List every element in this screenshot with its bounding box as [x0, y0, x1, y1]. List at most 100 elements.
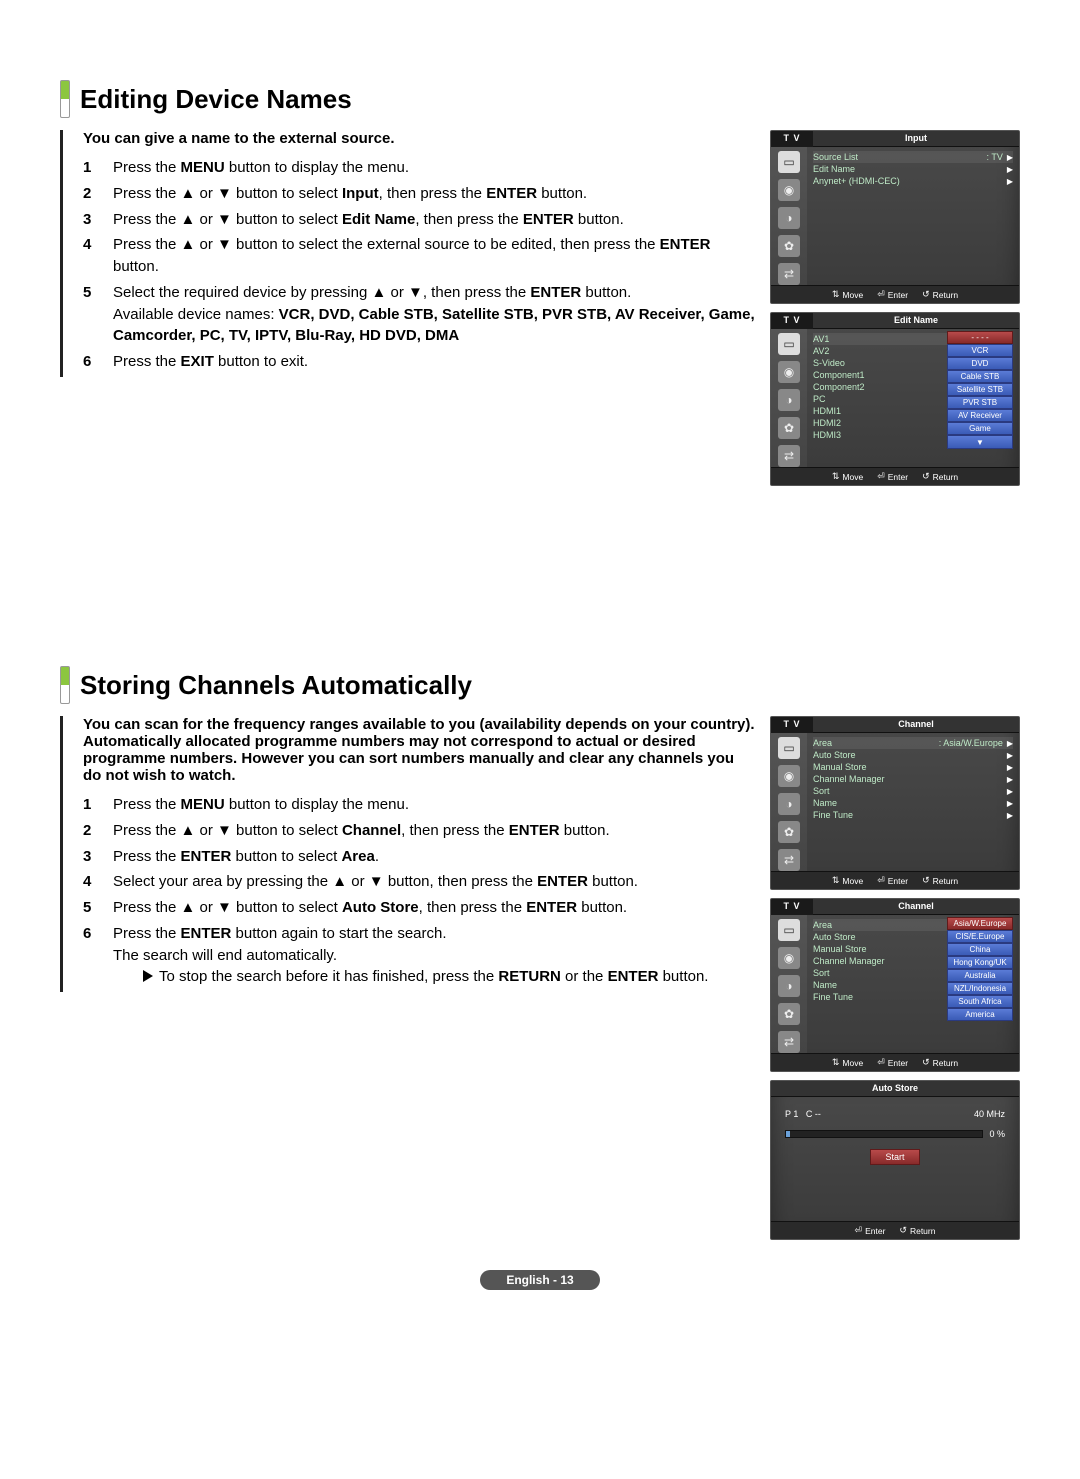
osd-sidebar: ▭ ◉ ◑ ✿ ⇄ — [771, 147, 807, 285]
menu-row[interactable]: Name▶ — [813, 797, 1013, 809]
menu-row[interactable]: Auto Store▶ — [813, 749, 1013, 761]
menu-row[interactable]: Edit Name ▶ — [813, 163, 1013, 175]
osd-title: Input — [813, 131, 1019, 147]
progress-fill — [786, 1131, 790, 1137]
osd-autostore-panel: Auto Store P 1 C -- 40 MHz 0 % Start ⏎En… — [770, 1080, 1020, 1240]
setup-icon: ✿ — [778, 821, 800, 843]
section2-steps: 1 Press the MENU button to display the m… — [83, 794, 756, 988]
osd-editname-panel: T V Edit Name ▭ ◉ ◑ ✿ ⇄ AV1:AV2:S-Video:… — [770, 312, 1020, 486]
option-popup: Asia/W.EuropeCIS/E.EuropeChinaHong Kong/… — [947, 917, 1013, 1021]
osd-footer: ⇅Move ⏎Enter ↺Return — [771, 467, 1019, 485]
osd-footer: ⏎Enter ↺Return — [771, 1221, 1019, 1239]
osd-content: Source List : TV▶ Edit Name ▶ Anynet+ (H… — [807, 147, 1019, 285]
option-item[interactable]: Hong Kong/UK — [947, 956, 1013, 969]
menu-row[interactable]: Channel Manager▶ — [813, 773, 1013, 785]
step: 1 Press the MENU button to display the m… — [83, 794, 756, 816]
scroll-down-icon[interactable]: ▼ — [947, 435, 1013, 449]
osd-title: Edit Name — [813, 313, 1019, 329]
progress-percent: 0 % — [989, 1129, 1005, 1139]
osd-content: Area: Asia/W.Europe▶Auto Store▶Manual St… — [807, 733, 1019, 871]
return-icon: ↺ — [899, 1225, 907, 1236]
menu-row[interactable]: Manual Store▶ — [813, 761, 1013, 773]
osd-channel-panel: T V Channel ▭ ◉ ◑ ✿ ⇄ Area: Asia/W.Europ… — [770, 716, 1020, 890]
step: 4 Select your area by pressing the ▲ or … — [83, 871, 756, 893]
option-item[interactable]: NZL/Indonesia — [947, 982, 1013, 995]
section2-text: You can scan for the frequency ranges av… — [60, 716, 756, 992]
section2-header: Storing Channels Automatically — [60, 666, 1020, 704]
menu-row[interactable]: Area: Asia/W.Europe▶ — [813, 737, 1013, 749]
option-item[interactable]: PVR STB — [947, 396, 1013, 409]
channel-icon: ◑ — [778, 975, 800, 997]
return-icon: ↺ — [922, 875, 930, 886]
option-item[interactable]: VCR — [947, 344, 1013, 357]
option-item[interactable]: - - - - — [947, 331, 1013, 344]
option-item[interactable]: Satellite STB — [947, 383, 1013, 396]
input-icon: ⇄ — [778, 263, 800, 285]
tv-badge: T V — [771, 717, 813, 733]
section2-title: Storing Channels Automatically — [80, 670, 472, 701]
menu-row[interactable]: Fine Tune▶ — [813, 809, 1013, 821]
osd-input-panel: T V Input ▭ ◉ ◑ ✿ ⇄ Source List : TV▶ — [770, 130, 1020, 304]
sound-icon: ◉ — [778, 179, 800, 201]
osd-sidebar: ▭ ◉ ◑ ✿ ⇄ — [771, 329, 807, 467]
option-item[interactable]: America — [947, 1008, 1013, 1021]
header-bar-icon — [60, 666, 70, 704]
option-item[interactable]: Australia — [947, 969, 1013, 982]
section1-text: You can give a name to the external sour… — [60, 130, 756, 377]
osd-title: Channel — [813, 717, 1019, 733]
osd-footer: ⇅Move ⏎Enter ↺Return — [771, 285, 1019, 303]
option-item[interactable]: Game — [947, 422, 1013, 435]
section1-body: You can give a name to the external sour… — [60, 130, 1020, 486]
tv-badge: T V — [771, 131, 813, 147]
osd-title: Channel — [813, 899, 1019, 915]
step: 2 Press the ▲ or ▼ button to select Chan… — [83, 820, 756, 842]
option-item[interactable]: Cable STB — [947, 370, 1013, 383]
updown-icon: ⇅ — [832, 1057, 840, 1068]
channel-icon: ◑ — [778, 207, 800, 229]
section1-steps: 1 Press the MENU button to display the m… — [83, 157, 756, 373]
picture-icon: ▭ — [778, 919, 800, 941]
setup-icon: ✿ — [778, 235, 800, 257]
menu-row[interactable]: Source List : TV▶ — [813, 151, 1013, 163]
input-icon: ⇄ — [778, 1031, 800, 1053]
progress-info: P 1 C -- 40 MHz — [785, 1109, 1005, 1119]
step: 5 Press the ▲ or ▼ button to select Auto… — [83, 897, 756, 919]
option-popup: - - - -VCRDVDCable STBSatellite STBPVR S… — [947, 331, 1013, 449]
step: 2 Press the ▲ or ▼ button to select Inpu… — [83, 183, 756, 205]
step: 4 Press the ▲ or ▼ button to select the … — [83, 234, 756, 278]
osd-footer: ⇅Move ⏎Enter ↺Return — [771, 871, 1019, 889]
enter-icon: ⏎ — [877, 289, 885, 300]
step: 6 Press the EXIT button to exit. — [83, 351, 756, 373]
updown-icon: ⇅ — [832, 289, 840, 300]
tv-badge: T V — [771, 313, 813, 329]
step: 1 Press the MENU button to display the m… — [83, 157, 756, 179]
setup-icon: ✿ — [778, 1003, 800, 1025]
osd-content: AV1:AV2:S-Video:Component1:Component2:PC… — [807, 329, 1019, 467]
menu-row[interactable]: Sort▶ — [813, 785, 1013, 797]
step: 3 Press the ENTER button to select Area. — [83, 846, 756, 868]
sound-icon: ◉ — [778, 361, 800, 383]
menu-row[interactable]: Anynet+ (HDMI-CEC) ▶ — [813, 175, 1013, 187]
option-item[interactable]: Asia/W.Europe — [947, 917, 1013, 930]
header-bar-icon — [60, 80, 70, 118]
section2-screenshots: T V Channel ▭ ◉ ◑ ✿ ⇄ Area: Asia/W.Europ… — [770, 716, 1020, 1240]
option-item[interactable]: DVD — [947, 357, 1013, 370]
option-item[interactable]: South Africa — [947, 995, 1013, 1008]
input-icon: ⇄ — [778, 849, 800, 871]
start-button[interactable]: Start — [870, 1149, 919, 1165]
section2-intro: You can scan for the frequency ranges av… — [83, 716, 756, 784]
osd-footer: ⇅Move ⏎Enter ↺Return — [771, 1053, 1019, 1071]
enter-icon: ⏎ — [855, 1225, 863, 1236]
option-item[interactable]: CIS/E.Europe — [947, 930, 1013, 943]
option-item[interactable]: China — [947, 943, 1013, 956]
section2-body: You can scan for the frequency ranges av… — [60, 716, 1020, 1240]
option-item[interactable]: AV Receiver — [947, 409, 1013, 422]
return-icon: ↺ — [922, 471, 930, 482]
step: 6 Press the ENTER button again to start … — [83, 923, 756, 988]
section1-header: Editing Device Names — [60, 80, 1020, 118]
section1-intro: You can give a name to the external sour… — [83, 130, 756, 147]
osd-content: P 1 C -- 40 MHz 0 % Start — [771, 1097, 1019, 1221]
picture-icon: ▭ — [778, 151, 800, 173]
section1-title: Editing Device Names — [80, 84, 352, 115]
enter-icon: ⏎ — [877, 1057, 885, 1068]
